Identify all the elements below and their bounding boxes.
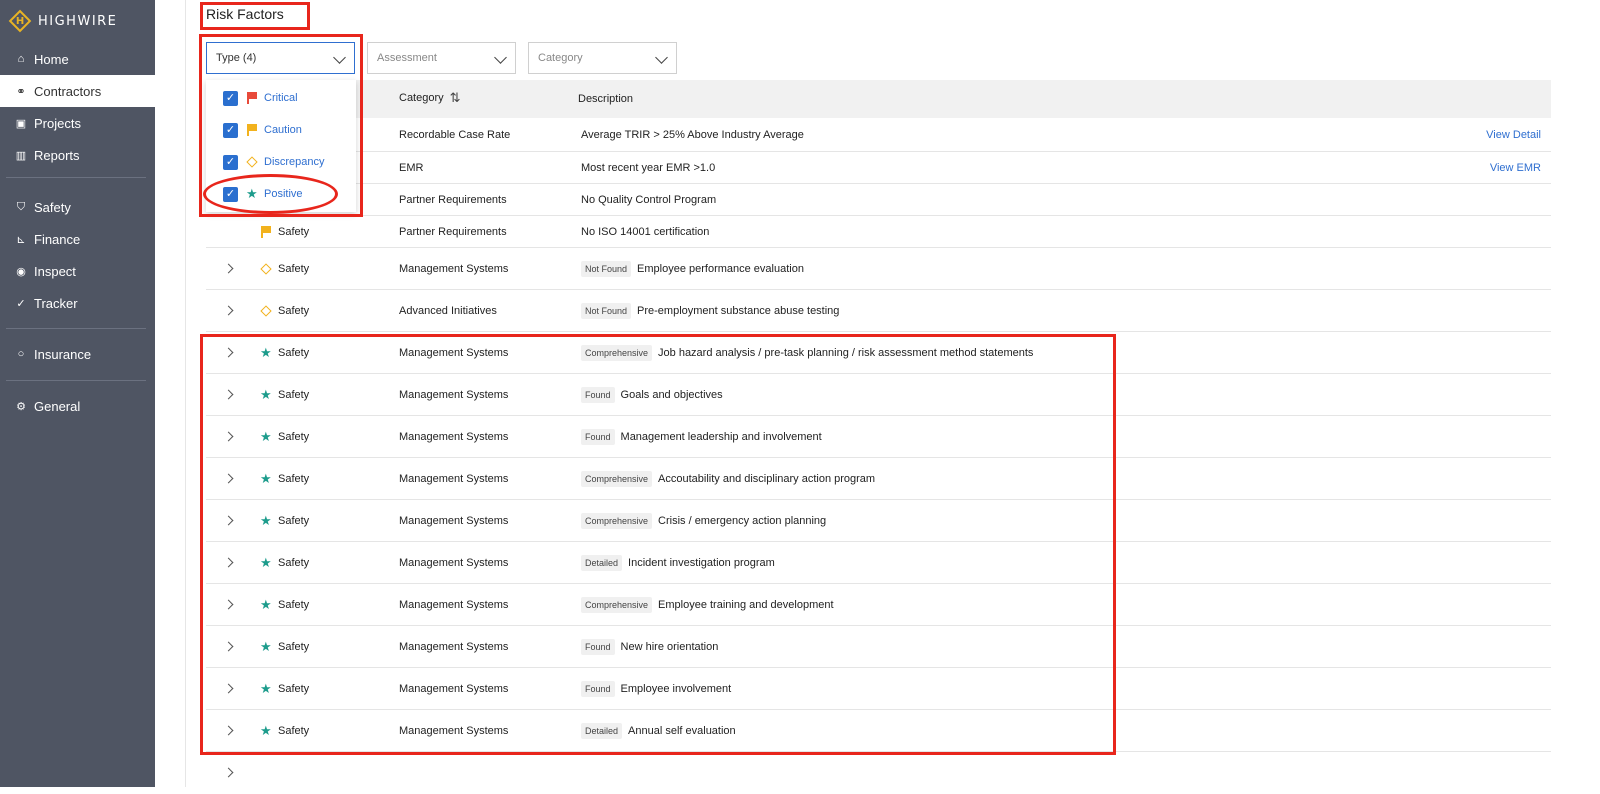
table-row[interactable]: Safety Advanced Initiatives Not Found Pr…	[206, 290, 1551, 332]
annotation-box-positive-rows	[200, 334, 1116, 755]
sidebar-item-inspect[interactable]: ◉ Inspect	[0, 255, 155, 287]
eye-icon: ◉	[16, 265, 26, 278]
table-row[interactable]	[206, 752, 1551, 794]
row-type-label: Safety	[278, 304, 310, 317]
sidebar-item-label: Safety	[34, 199, 71, 215]
chevron-right-icon[interactable]	[223, 305, 234, 316]
sidebar-item-label: Home	[34, 51, 69, 67]
view-emr-link[interactable]: View EMR	[1490, 152, 1541, 183]
sidebar-divider	[6, 328, 146, 329]
table-row[interactable]: Partner Requirements No Quality Control …	[206, 184, 1551, 216]
home-icon: ⌂	[17, 53, 25, 65]
row-description: Not Found Employee performance evaluatio…	[581, 248, 804, 289]
row-category: Management Systems	[399, 262, 509, 275]
description-text: Pre-employment substance abuse testing	[637, 304, 840, 317]
assessment-badge: Not Found	[581, 302, 632, 319]
umbrella-icon: ○	[17, 348, 25, 360]
gear-icon: ⚙	[16, 400, 26, 413]
sidebar-item-finance[interactable]: ⊾ Finance	[0, 223, 155, 255]
row-category: EMR	[399, 161, 424, 174]
diamond-icon	[260, 304, 272, 317]
sidebar-item-label: Contractors	[34, 83, 102, 99]
row-category: Advanced Initiatives	[399, 304, 497, 317]
category-column-header[interactable]: Category ⇅	[399, 90, 461, 106]
row-type: Safety	[260, 248, 309, 289]
sidebar-item-contractors[interactable]: ⚭ Contractors	[0, 75, 155, 107]
briefcase-icon: ▣	[15, 117, 27, 130]
table-row[interactable]: Safety Partner Requirements No ISO 14001…	[206, 216, 1551, 248]
row-type-label: Safety	[278, 225, 310, 238]
row-description: Average TRIR > 25% Above Industry Averag…	[581, 128, 804, 141]
highwire-logo-icon: H	[8, 9, 32, 33]
table-row[interactable]: EMR Most recent year EMR >1.0 View EMR	[206, 152, 1551, 184]
table-row[interactable]: Safety Management Systems Not Found Empl…	[206, 248, 1551, 290]
sidebar-item-reports[interactable]: ▥ Reports	[0, 139, 155, 171]
sidebar-item-safety[interactable]: ⛉ Safety	[0, 191, 155, 223]
sort-icon[interactable]: ⇅	[450, 90, 461, 106]
logo-text: HIGHWIRE	[38, 13, 118, 29]
logo-letter: H	[15, 15, 25, 27]
row-type: Safety	[260, 216, 309, 247]
bar-chart-icon: ▥	[15, 149, 27, 162]
row-description: Most recent year EMR >1.0	[581, 161, 716, 174]
chevron-right-icon[interactable]	[223, 263, 234, 274]
row-type: Safety	[260, 290, 309, 331]
sidebar-item-label: General	[34, 398, 81, 414]
sidebar-divider	[6, 380, 146, 381]
sidebar-item-label: Tracker	[34, 295, 78, 311]
chevron-right-icon[interactable]	[223, 767, 234, 778]
category-header-label: Category	[399, 92, 444, 104]
annotation-ellipse-positive	[203, 174, 338, 214]
row-description: No Quality Control Program	[581, 193, 717, 206]
sidebar-item-general[interactable]: ⚙ General	[0, 390, 155, 422]
row-description: No ISO 14001 certification	[581, 225, 710, 238]
annotation-box-title	[200, 2, 310, 30]
sidebar-item-label: Insurance	[34, 346, 92, 362]
row-category: Partner Requirements	[399, 193, 507, 206]
category-filter-select[interactable]: Category	[528, 42, 677, 74]
sidebar-divider	[6, 177, 146, 178]
sidebar: H HIGHWIRE ⌂ Home ⚭ Contractors ▣ Projec…	[0, 0, 155, 787]
sidebar-item-label: Reports	[34, 147, 80, 163]
chevron-down-icon	[494, 51, 507, 64]
table-header: Category ⇅ Description	[206, 80, 1551, 118]
chevron-down-icon	[655, 51, 668, 64]
row-category: Recordable Case Rate	[399, 128, 511, 141]
main-border	[185, 0, 186, 787]
assessment-filter-value: Assessment	[377, 52, 437, 64]
assessment-badge: Not Found	[581, 260, 632, 277]
sidebar-item-tracker[interactable]: ✓ Tracker	[0, 287, 155, 319]
row-type-label: Safety	[278, 262, 310, 275]
handshake-icon: ⚭	[16, 85, 26, 98]
shield-icon: ⛉	[16, 200, 26, 213]
row-description: Not Found Pre-employment substance abuse…	[581, 290, 839, 331]
view-detail-link[interactable]: View Detail	[1486, 118, 1541, 151]
checklist-icon: ✓	[16, 297, 26, 310]
sidebar-item-insurance[interactable]: ○ Insurance	[0, 338, 155, 370]
sidebar-item-label: Finance	[34, 231, 81, 247]
assessment-filter-select[interactable]: Assessment	[367, 42, 516, 74]
table-row[interactable]: Recordable Case Rate Average TRIR > 25% …	[206, 118, 1551, 152]
sidebar-item-label: Inspect	[34, 263, 76, 279]
sidebar-item-label: Projects	[34, 115, 81, 131]
category-filter-value: Category	[538, 52, 583, 64]
yellow-flag-icon	[260, 225, 272, 238]
line-chart-icon: ⊾	[16, 233, 26, 246]
row-category: Partner Requirements	[399, 225, 507, 238]
diamond-icon	[260, 262, 272, 275]
logo[interactable]: H HIGHWIRE	[8, 8, 117, 34]
description-column-header: Description	[578, 93, 634, 105]
sidebar-item-home[interactable]: ⌂ Home	[0, 43, 155, 75]
description-text: Employee performance evaluation	[637, 262, 804, 275]
sidebar-item-projects[interactable]: ▣ Projects	[0, 107, 155, 139]
